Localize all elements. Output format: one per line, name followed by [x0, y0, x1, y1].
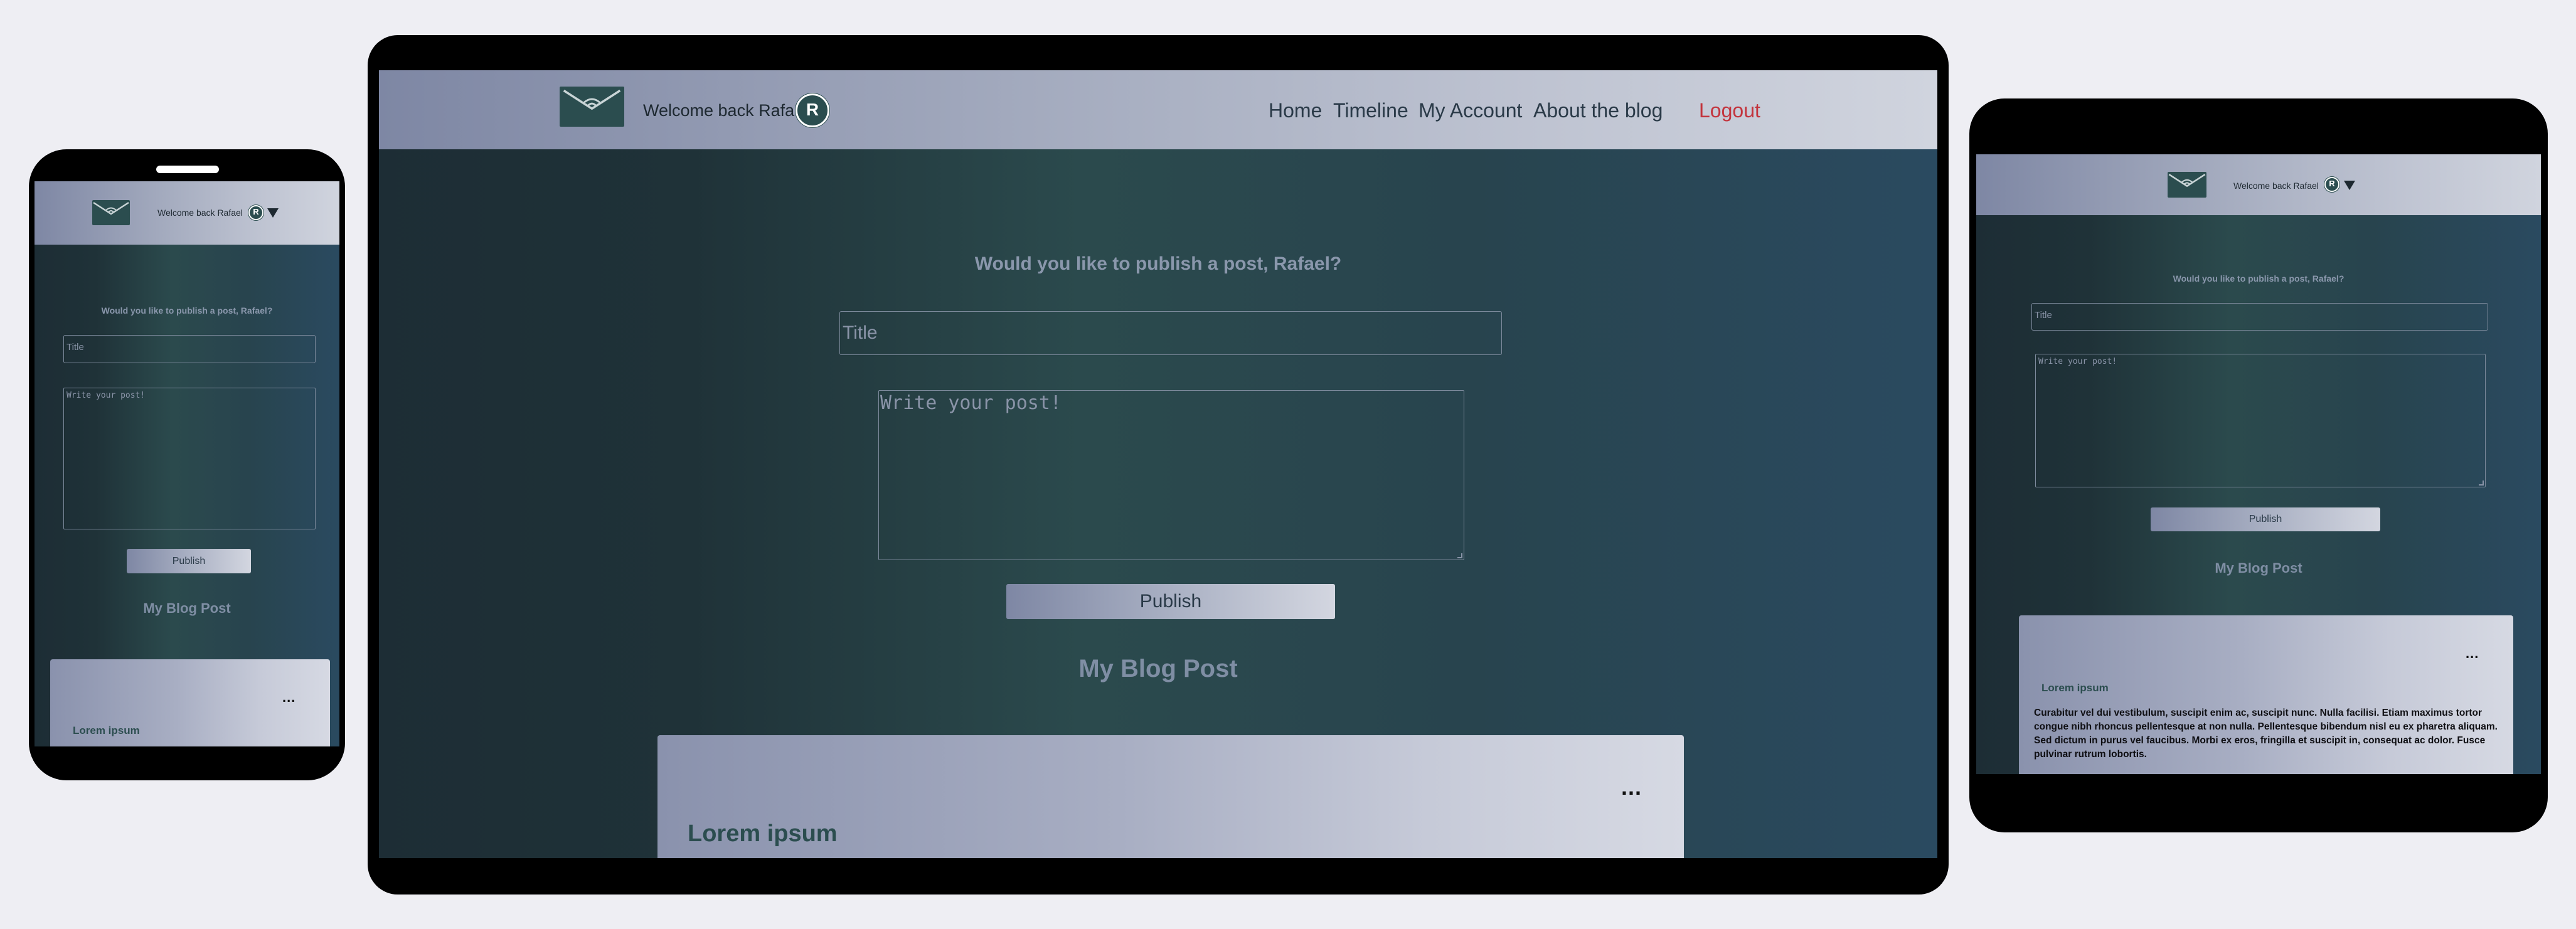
welcome-text: Welcome back Rafael [157, 208, 243, 218]
more-options-icon[interactable]: ... [282, 689, 295, 706]
nav-timeline[interactable]: Timeline [1333, 99, 1408, 122]
title-input[interactable]: Title [63, 335, 316, 363]
blog-section-title: My Blog Post [2215, 560, 2302, 576]
avatar[interactable]: R [796, 93, 829, 127]
envelope-logo-icon[interactable] [92, 200, 130, 225]
welcome-text: Welcome back Rafael [643, 101, 808, 120]
publish-button[interactable]: Publish [1006, 584, 1335, 619]
publish-button[interactable]: Publish [127, 549, 251, 573]
laptop-screen: Welcome back Rafael R Home Timeline My A… [379, 70, 1937, 858]
post-textarea[interactable]: Write your post! [878, 390, 1464, 560]
welcome-text: Welcome back Rafael [2233, 181, 2319, 191]
avatar[interactable]: R [2324, 177, 2339, 192]
publish-question: Would you like to publish a post, Rafael… [2173, 273, 2344, 284]
laptop-navbar: Welcome back Rafael R Home Timeline My A… [379, 70, 1937, 149]
title-input[interactable]: Title [2031, 303, 2488, 331]
phone-navbar: Welcome back Rafael R [35, 181, 339, 245]
nav-about[interactable]: About the blog [1533, 99, 1663, 122]
title-input[interactable]: Title [839, 311, 1502, 355]
resize-handle[interactable] [2479, 480, 2484, 486]
more-options-icon[interactable]: ... [2466, 645, 2479, 662]
phone-screen: Welcome back Rafael R Would you like to … [35, 181, 339, 746]
chevron-down-icon[interactable] [2344, 181, 2355, 190]
chevron-down-icon[interactable] [267, 208, 279, 218]
more-options-icon[interactable]: ... [1621, 774, 1642, 800]
nav-home[interactable]: Home [1269, 99, 1322, 122]
phone-frame: Welcome back Rafael R Would you like to … [29, 149, 345, 780]
envelope-logo-icon[interactable] [2168, 172, 2206, 198]
phone-speaker [156, 166, 219, 173]
envelope-logo-icon[interactable] [560, 87, 624, 127]
laptop-frame: Welcome back Rafael R Home Timeline My A… [368, 35, 1949, 894]
tablet-screen: Welcome back Rafael R Would you like to … [1976, 154, 2541, 774]
post-title: Lorem ipsum [688, 820, 838, 847]
post-textarea[interactable]: Write your post! [63, 388, 316, 529]
publish-question: Would you like to publish a post, Rafael… [101, 305, 273, 316]
nav-my-account[interactable]: My Account [1418, 99, 1522, 122]
post-body: Curabitur vel dui vestibulum, suscipit e… [2034, 708, 2498, 760]
blog-section-title: My Blog Post [143, 600, 231, 616]
logout-link[interactable]: Logout [1699, 99, 1760, 122]
publish-question: Would you like to publish a post, Rafael… [974, 253, 1342, 274]
post-title: Lorem ipsum [2041, 682, 2109, 694]
post-card: ... Lorem ipsum Curabitur vel dui vestib… [2019, 615, 2513, 774]
post-title: Lorem ipsum [73, 725, 140, 736]
publish-button[interactable]: Publish [2151, 507, 2380, 531]
blog-section-title: My Blog Post [1078, 655, 1238, 682]
post-card: ... Lorem ipsum Curabitur vel dui vestib… [657, 735, 1684, 858]
tablet-navbar: Welcome back Rafael R [1976, 154, 2541, 215]
post-textarea[interactable]: Write your post! [2035, 354, 2486, 487]
avatar[interactable]: R [248, 205, 263, 220]
resize-handle[interactable] [1457, 553, 1462, 558]
post-card: ... Lorem ipsum [50, 659, 330, 746]
tablet-frame: Welcome back Rafael R Would you like to … [1969, 98, 2548, 832]
